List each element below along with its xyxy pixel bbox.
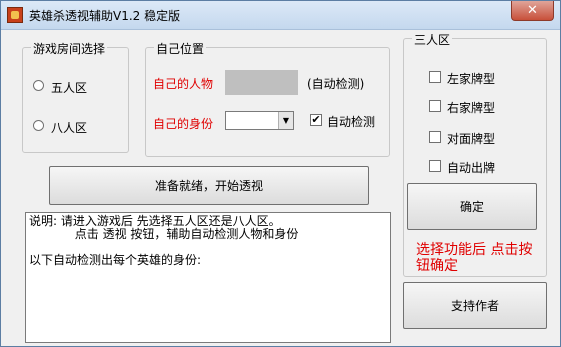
option-left-label[interactable]: 左家牌型 [447, 70, 495, 87]
character-label: 自己的人物 [153, 77, 214, 91]
radio-five[interactable] [33, 80, 44, 91]
identity-select[interactable]: ▼ [225, 111, 294, 130]
identity-auto-label[interactable]: 自动检测 [327, 113, 375, 130]
option-left-checkbox[interactable] [429, 71, 441, 83]
start-button[interactable]: 准备就绪，开始透视 [49, 166, 369, 205]
identity-label: 自己的身份 [153, 117, 214, 131]
option-autoplay-label[interactable]: 自动出牌 [447, 159, 495, 176]
option-opposite-checkbox[interactable] [429, 131, 441, 143]
window-title: 英雄杀透视辅助V1.2 稳定版 [29, 9, 181, 23]
confirm-button[interactable]: 确定 [407, 183, 537, 230]
room-group: 游戏房间选择 [22, 40, 129, 153]
self-group: 自己位置 [145, 40, 390, 157]
radio-eight[interactable] [33, 120, 44, 131]
radio-eight-label[interactable]: 八人区 [51, 119, 87, 136]
info-textarea[interactable]: 说明: 请进入游戏后 先选择五人区还是八人区。 点击 透视 按钮，辅助自动检测人… [25, 212, 391, 343]
room-group-label: 游戏房间选择 [31, 40, 108, 57]
character-auto-label: (自动检测) [307, 77, 365, 91]
character-display [225, 70, 298, 95]
info-line-2: 点击 透视 按钮，辅助自动检测人物和身份 [29, 227, 299, 241]
option-opposite-label[interactable]: 对面牌型 [447, 130, 495, 147]
option-autoplay-checkbox[interactable] [429, 160, 441, 172]
confirm-hint: 选择功能后 点击按钮确定 [416, 242, 533, 274]
support-button[interactable]: 支持作者 [403, 282, 547, 329]
main-window: 英雄杀透视辅助V1.2 稳定版 ✕ 游戏房间选择 五人区 八人区 自己位置 自己… [0, 0, 561, 347]
self-group-label: 自己位置 [154, 40, 207, 57]
app-icon [7, 7, 23, 23]
info-line-3: 以下自动检测出每个英雄的身份: [29, 253, 202, 267]
identity-auto-checkbox[interactable]: ✔ [310, 114, 322, 126]
radio-five-label[interactable]: 五人区 [51, 79, 87, 96]
option-right-label[interactable]: 右家牌型 [447, 99, 495, 116]
three-group-label: 三人区 [412, 31, 453, 48]
chevron-down-icon[interactable]: ▼ [278, 112, 293, 129]
option-right-checkbox[interactable] [429, 100, 441, 112]
title-bar[interactable]: 英雄杀透视辅助V1.2 稳定版 ✕ [1, 1, 560, 30]
close-button[interactable]: ✕ [511, 1, 554, 21]
info-line-1: 说明: 请进入游戏后 先选择五人区还是八人区。 [29, 214, 281, 228]
